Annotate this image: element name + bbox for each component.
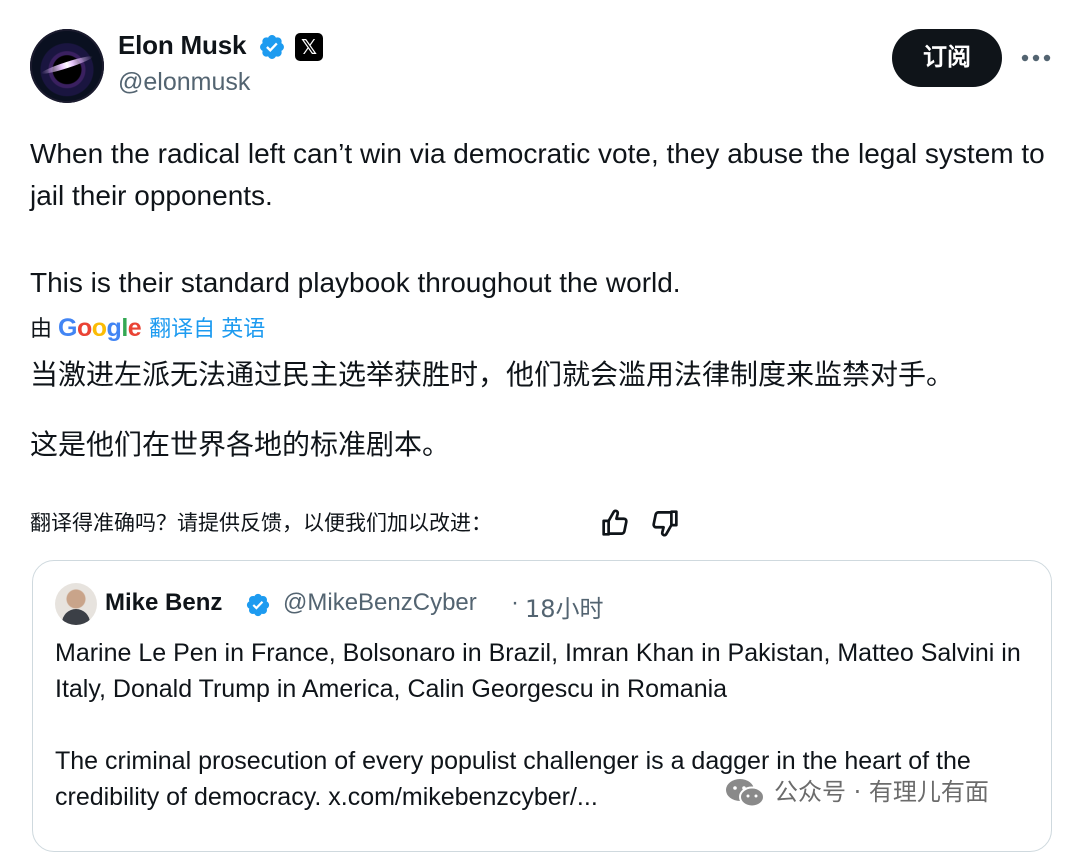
thumbs-down-icon[interactable] xyxy=(648,506,682,540)
more-horizontal-icon[interactable] xyxy=(1017,44,1055,72)
google-logo: Google xyxy=(58,314,142,342)
tweet-text-paragraph-1: When the radical left can’t win via demo… xyxy=(30,138,1045,211)
author-name[interactable]: Elon Musk xyxy=(118,30,246,61)
quoted-author-avatar[interactable] xyxy=(55,583,97,625)
verified-badge-icon xyxy=(246,593,270,617)
google-letter: o xyxy=(91,314,107,342)
translation-feedback-prompt: 翻译得准确吗？请提供反馈，以便我们加以改进： xyxy=(30,511,492,535)
translation-attribution: 由 Google 翻译自 英语 xyxy=(30,312,265,344)
quoted-timestamp[interactable]: 18小时 xyxy=(525,589,604,624)
translated-text-paragraph-2: 这是他们在世界各地的标准剧本。 xyxy=(30,428,451,461)
author-handle[interactable]: @elonmusk xyxy=(118,68,250,97)
separator-dot: · xyxy=(511,589,519,616)
translated-text-paragraph-1: 当激进左派无法通过民主选举获胜时，他们就会滥用法律制度来监禁对手。 xyxy=(30,358,955,391)
wechat-watermark: 公众号 · 有理儿有面 xyxy=(724,772,989,812)
subscribe-button[interactable]: 订阅 xyxy=(892,29,1002,87)
google-letter: g xyxy=(106,314,122,342)
tweet-text-paragraph-2: This is their standard playbook througho… xyxy=(30,267,681,298)
quoted-text-paragraph-1: Marine Le Pen in France, Bolsonaro in Br… xyxy=(55,639,1021,703)
google-letter: e xyxy=(127,314,142,342)
author-avatar[interactable] xyxy=(30,29,104,103)
watermark-text: 公众号 · 有理儿有面 xyxy=(774,778,989,806)
translated-from-link[interactable]: 翻译自 英语 xyxy=(149,316,265,341)
quoted-author-handle[interactable]: @MikeBenzCyber xyxy=(283,589,477,617)
google-letter: G xyxy=(58,314,77,342)
x-premium-icon: 𝕏 xyxy=(295,33,323,61)
thumbs-up-icon[interactable] xyxy=(598,506,632,540)
wechat-icon xyxy=(726,779,765,808)
verified-badge-icon xyxy=(260,35,284,59)
google-letter: o xyxy=(76,314,92,342)
quoted-author-name[interactable]: Mike Benz xyxy=(105,589,222,617)
translated-by-label: 由 xyxy=(30,316,53,341)
